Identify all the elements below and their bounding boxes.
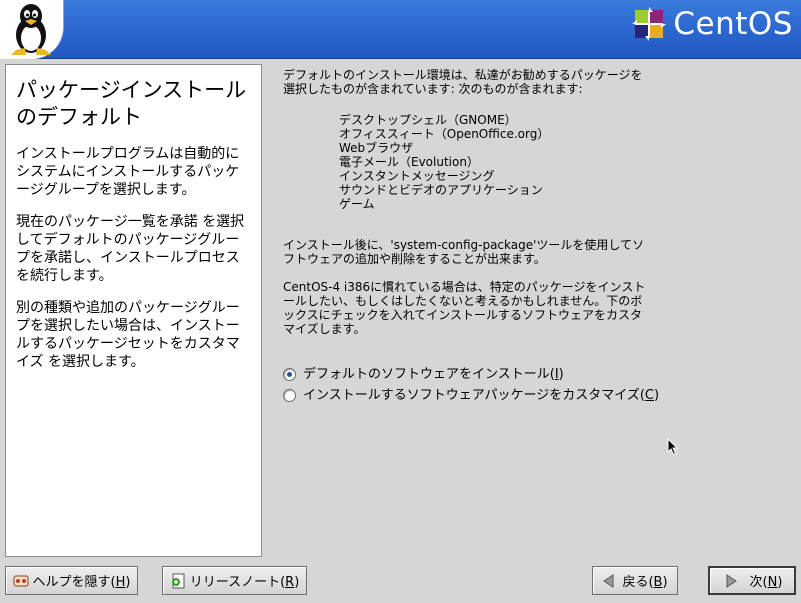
- intro-text: デフォルトのインストール環境は、私達がお勧めするパッケージを選択したものが含まれ…: [283, 68, 643, 96]
- package-item: サウンドとビデオのアプリケーション: [339, 183, 543, 197]
- back-button[interactable]: 戻る(B): [592, 566, 678, 595]
- back-arrow-icon: [603, 573, 614, 588]
- button-label: ヘルプを隠す(H): [32, 575, 131, 590]
- help-paragraph: 現在のパッケージ一覧を承諾 を選択してデフォルトのパッケージグループを承諾し、イ…: [16, 214, 245, 284]
- radio-button-selected[interactable]: [283, 368, 296, 381]
- tux-logo-container: [0, 0, 64, 59]
- button-label: リリースノート(R): [189, 575, 300, 590]
- install-option-group: デフォルトのソフトウェアをインストール(I) インストールするソフトウェアパッケ…: [283, 364, 783, 406]
- button-label: 次(N): [749, 575, 783, 590]
- radio-button[interactable]: [283, 389, 296, 402]
- next-arrow-icon: [726, 573, 737, 588]
- brand-name: CentOS: [673, 6, 793, 42]
- option-default-install[interactable]: デフォルトのソフトウェアをインストール(I): [283, 364, 783, 385]
- centos-logo-icon: [632, 7, 667, 41]
- help-icon: [13, 575, 29, 586]
- help-paragraph: 別の種類や追加のパッケージグループを選択したい場合は、インストールするパッケージ…: [16, 300, 240, 370]
- hide-help-button[interactable]: ヘルプを隠す(H): [5, 566, 138, 595]
- package-item: 電子メール（Evolution）: [339, 155, 479, 169]
- help-title: パッケージインストールのデフォルト: [16, 78, 247, 129]
- option-label: デフォルトのソフトウェアをインストール(I): [303, 366, 564, 382]
- package-list: デスクトップシェル（GNOME） オフィススィート（OpenOffice.org…: [339, 113, 783, 211]
- centos-brand: CentOS: [631, 4, 793, 44]
- tux-penguin-icon: [11, 4, 51, 55]
- header-banner: CentOS: [0, 0, 801, 59]
- package-item: デスクトップシェル（GNOME）: [339, 113, 517, 127]
- package-item: Webブラウザ: [339, 141, 414, 155]
- next-button[interactable]: 次(N): [708, 566, 796, 595]
- release-notes-button[interactable]: リリースノート(R): [162, 566, 307, 595]
- mouse-cursor-icon: [667, 438, 679, 456]
- package-item: オフィススィート（OpenOffice.org）: [339, 127, 550, 141]
- customize-text: CentOS-4 i386に慣れている場合は、特定のパッケージをインストールした…: [283, 280, 646, 336]
- button-label: 戻る(B): [622, 575, 668, 590]
- option-customize-install[interactable]: インストールするソフトウェアパッケージをカスタマイズ(C): [283, 385, 783, 406]
- help-paragraph: インストールプログラムは自動的にシステムにインストールするパッケージグループを選…: [16, 146, 240, 198]
- option-label: インストールするソフトウェアパッケージをカスタマイズ(C): [303, 387, 660, 403]
- package-item: ゲーム: [339, 197, 375, 211]
- package-item: インスタントメッセージング: [339, 169, 495, 183]
- help-panel: パッケージインストールのデフォルト インストールプログラムは自動的にシステムにイ…: [5, 64, 262, 557]
- main-content: デフォルトのインストール環境は、私達がお勧めするパッケージを選択したものが含まれ…: [283, 68, 783, 406]
- release-notes-icon: [171, 573, 185, 588]
- after-install-text: インストール後に、'system-config-package'ツールを使用して…: [283, 238, 645, 266]
